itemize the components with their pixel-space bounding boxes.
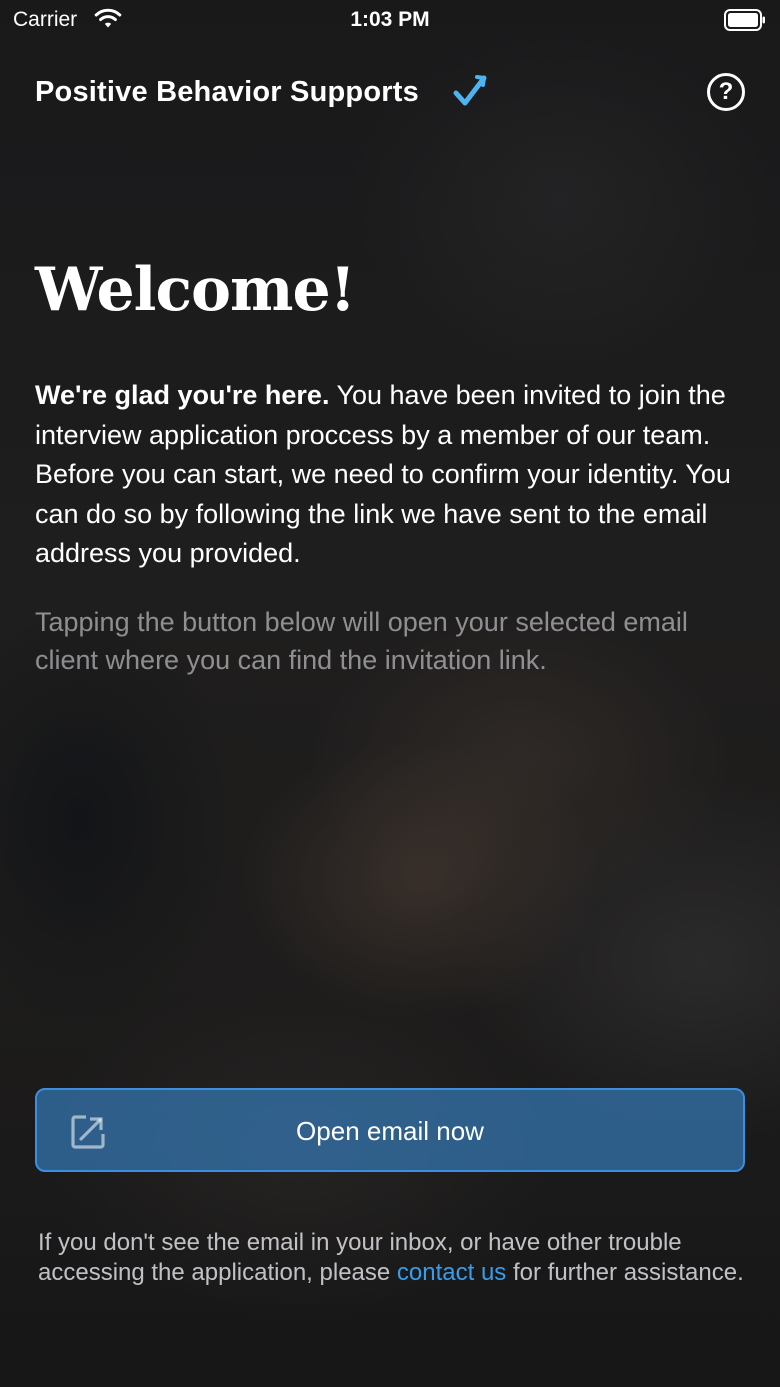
hint-paragraph: Tapping the button below will open your …	[35, 607, 688, 675]
contact-us-link[interactable]: contact us	[397, 1259, 506, 1286]
footer-note: If you don't see the email in your inbox…	[38, 1228, 750, 1288]
open-email-label: Open email now	[296, 1116, 484, 1146]
footer-text-after: for further assistance.	[506, 1259, 744, 1286]
welcome-heading: Welcome!	[35, 255, 356, 325]
help-button[interactable]: ?	[707, 73, 745, 111]
app-title: Positive Behavior Supports	[35, 76, 419, 108]
battery-icon	[724, 9, 766, 36]
intro-paragraph: We're glad you're here. You have been in…	[35, 376, 750, 574]
status-bar: Carrier 1:03 PM	[0, 0, 780, 40]
checkmark-icon	[453, 74, 487, 113]
clock: 1:03 PM	[350, 8, 430, 31]
intro-bold: We're glad you're here.	[35, 380, 330, 410]
question-circle-icon: ?	[718, 78, 734, 105]
open-email-button[interactable]: Open email now	[35, 1088, 745, 1172]
background-photo	[0, 0, 780, 1387]
app-header: Positive Behavior Supports ?	[35, 70, 745, 114]
